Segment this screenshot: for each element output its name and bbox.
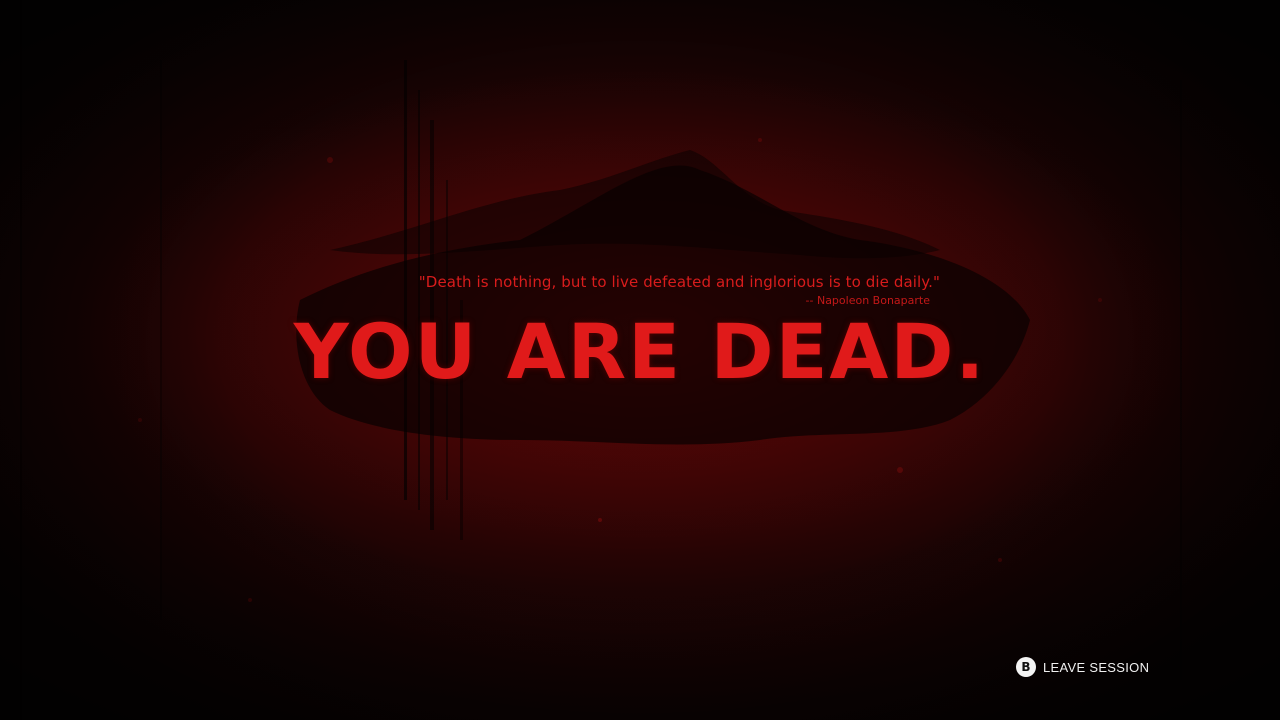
leave-session-button[interactable]: B LEAVE SESSION — [1016, 656, 1149, 678]
b-button-icon: B — [1016, 657, 1036, 677]
you-are-dead-headline: YOU ARE DEAD. — [293, 307, 987, 396]
death-screen: "Death is nothing, but to live defeated … — [0, 0, 1280, 720]
death-quote: "Death is nothing, but to live defeated … — [260, 273, 940, 291]
quote-text: "Death is nothing, but to live defeated … — [418, 273, 940, 291]
leave-session-label: LEAVE SESSION — [1043, 659, 1150, 675]
